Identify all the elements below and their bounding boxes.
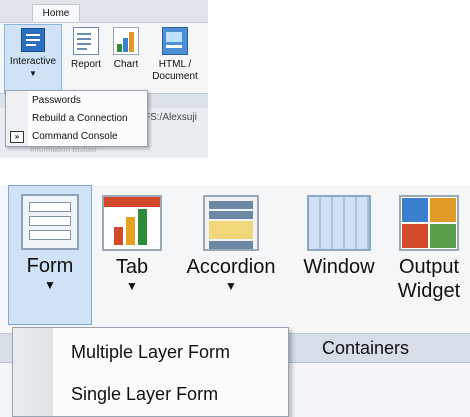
form-label: Form [26, 255, 74, 277]
output-label-line2: Widget [397, 280, 461, 302]
tab-home[interactable]: Home [32, 4, 80, 23]
chevron-down-icon: ▼ [225, 279, 237, 293]
output-label-line1: Output [398, 256, 460, 278]
html-label-line1: HTML / [158, 59, 192, 70]
tab-button[interactable]: Tab ▼ [100, 195, 164, 293]
accordion-label: Accordion [186, 256, 276, 278]
menu-item-command-console[interactable]: Command Console [32, 128, 118, 146]
form-button[interactable]: Form ▼ [8, 185, 92, 325]
menu-item-multiple-layer-form[interactable]: Multiple Layer Form [71, 332, 230, 372]
accordion-icon [203, 195, 259, 251]
window-button[interactable]: Window [294, 195, 384, 279]
output-widget-icon [399, 195, 459, 251]
large-ribbon-screenshot: Form ▼ Tab ▼ Accordion ▼ Window Output W… [0, 185, 470, 417]
chart-button[interactable]: Chart [108, 27, 144, 71]
report-label: Report [70, 59, 101, 70]
form-icon [21, 194, 79, 250]
path-text: FS:/Alexsuji [144, 112, 197, 123]
chevron-down-icon: ▼ [29, 69, 37, 78]
tab-icon [102, 195, 162, 251]
tab-label: Tab [115, 256, 149, 278]
containers-ribbon-panel: Form ▼ Tab ▼ Accordion ▼ Window Output W… [0, 185, 470, 335]
group-label-containers: Containers [322, 338, 410, 358]
report-button[interactable]: Report [68, 27, 104, 71]
chevron-down-icon: ▼ [44, 278, 56, 292]
html-document-button[interactable]: HTML / Document [146, 27, 204, 83]
chevron-down-icon: ▼ [126, 279, 138, 293]
accordion-button[interactable]: Accordion ▼ [176, 195, 286, 293]
menu-item-single-layer-form[interactable]: Single Layer Form [71, 374, 218, 414]
interactive-dropdown-menu: Passwords Rebuild a Connection » Command… [5, 90, 148, 147]
command-console-icon: » [10, 131, 24, 143]
report-icon [73, 27, 99, 55]
interactive-label: Interactive [9, 56, 57, 67]
ribbon-home-panel: Interactive ▼ Report Chart HTML / Docume… [0, 22, 208, 94]
small-ribbon-screenshot: Home Interactive ▼ Report Chart HTML / D… [0, 0, 208, 158]
html-document-icon [162, 27, 188, 55]
output-widget-button[interactable]: Output Widget [388, 195, 470, 303]
chart-label: Chart [113, 59, 139, 70]
form-dropdown-menu: Multiple Layer Form Single Layer Form [12, 327, 289, 417]
menu-item-rebuild-connection[interactable]: Rebuild a Connection [32, 110, 128, 128]
interactive-button[interactable]: Interactive ▼ [4, 24, 62, 94]
window-icon [307, 195, 371, 251]
menu-item-passwords[interactable]: Passwords [32, 92, 81, 110]
menu-icon-strip [13, 328, 53, 416]
interactive-document-icon [21, 28, 45, 52]
html-label-line2: Document [152, 71, 198, 82]
chart-icon [113, 27, 139, 55]
window-label: Window [303, 256, 375, 278]
